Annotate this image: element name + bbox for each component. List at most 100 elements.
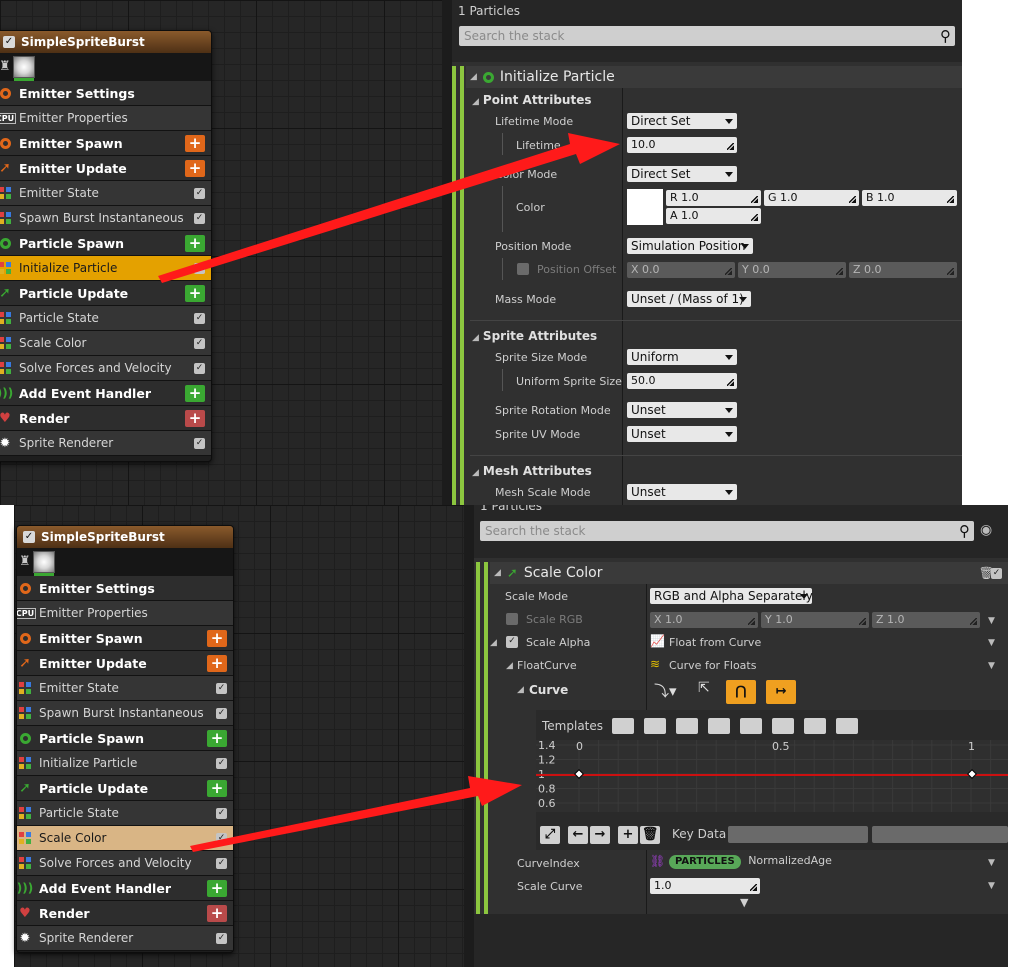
color-swatch[interactable] (627, 189, 663, 225)
stack-search-input[interactable]: Search the stack ⚲ (459, 26, 955, 46)
snap-value-button[interactable]: ⋂ (726, 680, 756, 704)
enable-checkbox[interactable]: ✓ (3, 36, 15, 48)
module-enable-checkbox[interactable]: ✓ (194, 187, 205, 199)
stack-row-emitter-spawn[interactable]: Emitter Spawn + (0, 131, 211, 156)
module-enable-checkbox[interactable]: ✓ (194, 212, 205, 224)
stack-row-particle-spawn[interactable]: Particle Spawn + (0, 231, 211, 256)
stack-row-particle-update[interactable]: ➚ Particle Update + (17, 776, 233, 801)
stack-row-emitter-properties[interactable]: CPUEmitter Properties (0, 106, 211, 131)
export-icon[interactable]: ⇱ (698, 680, 710, 696)
stack-row-emitter-properties[interactable]: CPUEmitter Properties (17, 601, 233, 626)
color-r-input[interactable]: R 1.0 (666, 190, 761, 206)
stack-row-sprite-renderer[interactable]: ✹ Sprite Renderer ✓ (17, 926, 233, 951)
stack-row-render[interactable]: ♥ Render + (0, 406, 211, 431)
template-smooth-down-button[interactable] (740, 718, 762, 734)
module-enable-checkbox[interactable]: ✓ (216, 707, 227, 719)
add-module-button[interactable]: + (185, 284, 205, 302)
template-smooth-up-button[interactable] (772, 718, 794, 734)
stack-row-scale-color[interactable]: Scale Color ✓ (0, 331, 211, 356)
stack-row-solve-forces-and-velocity[interactable]: Solve Forces and Velocity ✓ (17, 851, 233, 876)
stack-row-emitter-settings[interactable]: Emitter Settings (0, 81, 211, 106)
expand-down-arrow-icon[interactable]: ▼ (740, 896, 748, 909)
stack-row-initialize-particle[interactable]: Initialize Particle ✓ (17, 751, 233, 776)
key-value-input[interactable] (872, 826, 1008, 843)
stack-row-emitter-settings[interactable]: Emitter Settings (17, 576, 233, 601)
stack-row-particle-update[interactable]: ➚ Particle Update + (0, 281, 211, 306)
add-module-button[interactable]: + (185, 384, 205, 402)
module-enable-checkbox[interactable]: ✓ (194, 312, 205, 324)
sprite-uv-mode-dropdown[interactable]: Unset (627, 426, 737, 442)
module-enable-checkbox[interactable]: ✓ (194, 437, 205, 449)
stack-row-sprite-renderer[interactable]: ✹ Sprite Renderer ✓ (0, 431, 211, 456)
scale-rgb-checkbox[interactable] (506, 613, 518, 625)
module-enable-checkbox[interactable]: ✓ (216, 932, 227, 944)
stack-row-particle-state[interactable]: Particle State ✓ (0, 306, 211, 331)
scale-alpha-checkbox[interactable]: ✓ (506, 636, 518, 648)
add-module-button[interactable]: + (207, 654, 227, 672)
uniform-sprite-size-input[interactable]: 50.0 (627, 373, 737, 389)
expand-arrow-icon[interactable]: ◢ (517, 685, 524, 695)
stack-row-emitter-spawn[interactable]: Emitter Spawn + (17, 626, 233, 651)
next-key-button[interactable]: → (590, 826, 610, 844)
add-module-button[interactable]: + (185, 134, 205, 152)
module-enable-checkbox[interactable]: ✓ (216, 832, 227, 844)
chevron-down-icon[interactable]: ▼ (988, 638, 995, 648)
stack-row-emitter-state[interactable]: Emitter State ✓ (17, 676, 233, 701)
lifetime-input[interactable]: 10.0 (627, 137, 737, 153)
section-sprite-attributes[interactable]: ◢ Sprite Attributes (472, 329, 597, 343)
color-g-input[interactable]: G 1.0 (764, 190, 859, 206)
stack-row-solve-forces-and-velocity[interactable]: Solve Forces and Velocity ✓ (0, 356, 211, 381)
add-module-button[interactable]: + (185, 409, 205, 427)
pin-icon[interactable]: ♜ (19, 554, 31, 570)
module-enable-checkbox[interactable]: ✓ (194, 337, 205, 349)
scale-rgb-z-input[interactable]: Z 1.0 (872, 612, 980, 628)
scale-curve-input[interactable]: 1.0 (650, 878, 760, 894)
scale-rgb-x-input[interactable]: X 1.0 (650, 612, 758, 628)
collapse-arrow-icon[interactable]: ◢ (470, 72, 477, 82)
stack-row-scale-color[interactable]: Scale Color ✓ (17, 826, 233, 851)
section-point-attributes[interactable]: ◢ Point Attributes (472, 93, 591, 107)
position-y-input[interactable]: Y 0.0 (738, 262, 846, 278)
template-smooth-step-button[interactable] (804, 718, 826, 734)
module-header[interactable]: ◢ ➚ Scale Color 🗑 ✓ (490, 562, 1008, 584)
collapse-arrow-icon[interactable]: ◢ (494, 568, 501, 578)
lifetime-mode-dropdown[interactable]: Direct Set (627, 113, 737, 129)
chevron-down-icon[interactable]: ▼ (988, 661, 995, 671)
prev-key-button[interactable]: ← (568, 826, 588, 844)
sprite-rotation-mode-dropdown[interactable]: Unset (627, 402, 737, 418)
scale-mode-dropdown[interactable]: RGB and Alpha Separately (650, 588, 813, 604)
sprite-size-mode-dropdown[interactable]: Uniform (627, 349, 737, 365)
add-module-button[interactable]: + (207, 729, 227, 747)
top-emitter-node[interactable]: ✓ SimpleSpriteBurst ♜ Emitter SettingsCP… (0, 30, 212, 462)
module-enable-checkbox[interactable]: ✓ (194, 262, 205, 274)
stack-row-emitter-state[interactable]: Emitter State ✓ (0, 181, 211, 206)
color-b-input[interactable]: B 1.0 (862, 190, 957, 206)
template-linear-down-button[interactable] (644, 718, 666, 734)
add-module-button[interactable]: + (207, 904, 227, 922)
enable-checkbox[interactable]: ✓ (23, 531, 35, 543)
float-curve-value[interactable]: Curve for Floats (669, 659, 756, 672)
chevron-down-icon[interactable]: ▼ (988, 616, 995, 626)
stack-row-particle-spawn[interactable]: Particle Spawn + (17, 726, 233, 751)
add-module-button[interactable]: + (185, 159, 205, 177)
module-enable-checkbox[interactable]: ✓ (194, 362, 205, 374)
stack-row-initialize-particle[interactable]: Initialize Particle ✓ (0, 256, 211, 281)
chevron-down-icon[interactable]: ▼ (988, 858, 995, 868)
module-enable-checkbox[interactable]: ✓ (216, 807, 227, 819)
add-module-button[interactable]: + (207, 879, 227, 897)
position-x-input[interactable]: X 0.0 (627, 262, 735, 278)
mesh-scale-mode-dropdown[interactable]: Unset (627, 484, 737, 500)
delete-key-button[interactable]: 🗑 (640, 826, 660, 844)
color-a-input[interactable]: A 1.0 (666, 208, 761, 224)
position-mode-dropdown[interactable]: Simulation Position (627, 238, 753, 254)
template-bell-button[interactable] (836, 718, 858, 734)
stack-row-spawn-burst-instantaneous[interactable]: Spawn Burst Instantaneous ✓ (17, 701, 233, 726)
stack-row-spawn-burst-instantaneous[interactable]: Spawn Burst Instantaneous ✓ (0, 206, 211, 231)
template-linear-up-button[interactable] (612, 718, 634, 734)
snap-time-button[interactable]: ↦ (766, 680, 796, 704)
curve-index-value[interactable]: PARTICLES NormalizedAge (669, 854, 832, 869)
node-title-bar[interactable]: ✓ SimpleSpriteBurst (0, 31, 211, 53)
color-mode-dropdown[interactable]: Direct Set (627, 166, 737, 182)
scale-alpha-value[interactable]: Float from Curve (669, 636, 761, 649)
stack-row-particle-state[interactable]: Particle State ✓ (17, 801, 233, 826)
